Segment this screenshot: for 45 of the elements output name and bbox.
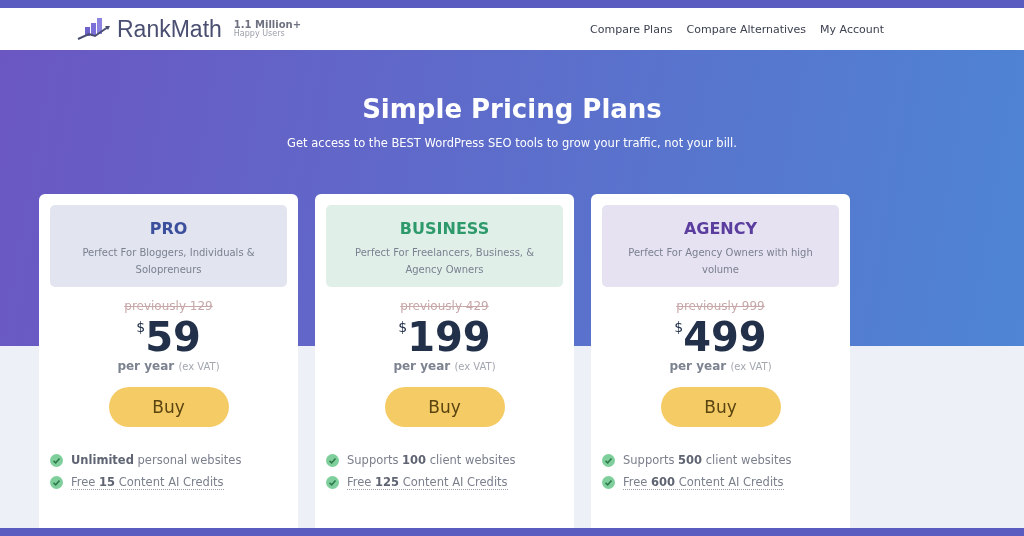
logo-icon bbox=[77, 17, 111, 41]
check-icon bbox=[602, 453, 615, 467]
feature-text: Free 125 Content AI Credits bbox=[347, 475, 508, 490]
plan-name: PRO bbox=[149, 219, 188, 238]
buy-button[interactable]: Buy bbox=[660, 387, 781, 427]
feature-text: Free 600 Content AI Credits bbox=[623, 475, 784, 490]
page-title: Simple Pricing Plans bbox=[362, 94, 662, 124]
logo-text: RankMath bbox=[117, 15, 222, 43]
price: 199 bbox=[407, 315, 491, 359]
tax-note: (ex VAT) bbox=[730, 361, 772, 372]
billing-period: per year bbox=[117, 359, 175, 373]
feature-text: Unlimited personal websites bbox=[71, 453, 242, 467]
page-subtitle: Get access to the BEST WordPress SEO tools to grow your traffic, not your bill. bbox=[287, 136, 737, 150]
tax-note: (ex VAT) bbox=[178, 361, 220, 372]
previous-price: previously 999 bbox=[676, 299, 765, 313]
nav-link[interactable]: Compare Alternatives bbox=[686, 22, 807, 36]
price: 59 bbox=[145, 315, 201, 359]
currency-symbol: $ bbox=[398, 319, 408, 335]
nav-link[interactable]: Compare Plans bbox=[590, 22, 673, 36]
buy-button[interactable]: Buy bbox=[108, 387, 229, 427]
price: 499 bbox=[683, 315, 767, 359]
previous-price: previously 129 bbox=[124, 299, 213, 313]
plan-name: BUSINESS bbox=[399, 219, 490, 238]
check-icon bbox=[326, 476, 339, 489]
check-icon bbox=[50, 476, 63, 489]
previous-price: previously 429 bbox=[400, 299, 489, 313]
users-count: 1.1 Million+ bbox=[233, 19, 302, 31]
currency-symbol: $ bbox=[674, 319, 684, 335]
currency-symbol: $ bbox=[136, 319, 146, 335]
check-icon bbox=[50, 453, 63, 467]
buy-button[interactable]: Buy bbox=[384, 387, 505, 427]
feature-text: Supports 100 client websites bbox=[347, 453, 516, 467]
check-icon bbox=[602, 476, 615, 489]
check-icon bbox=[326, 453, 339, 467]
feature-text: Supports 500 client websites bbox=[623, 453, 792, 467]
billing-period: per year bbox=[393, 359, 451, 373]
feature-text: Free 15 Content AI Credits bbox=[71, 475, 224, 490]
plan-description: Perfect For Agency Owners with high volume bbox=[627, 246, 814, 277]
nav-link[interactable]: My Account bbox=[820, 22, 884, 36]
billing-period: per year bbox=[669, 359, 727, 373]
tax-note: (ex VAT) bbox=[454, 361, 496, 372]
plan-name: AGENCY bbox=[683, 219, 758, 238]
plan-description: Perfect For Freelancers, Business, & Agency Owners bbox=[353, 246, 536, 277]
plan-description: Perfect For Bloggers, Individuals & Solopreneurs bbox=[81, 246, 256, 277]
users-label: Happy Users bbox=[233, 30, 285, 39]
